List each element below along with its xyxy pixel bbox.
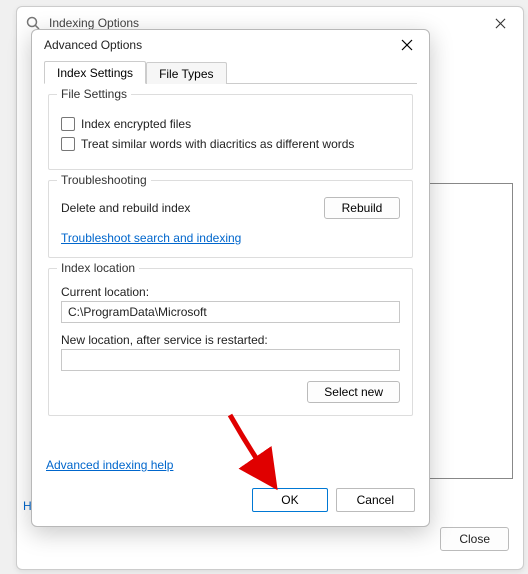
rebuild-row: Delete and rebuild index Rebuild [61,197,400,219]
tab-file-types[interactable]: File Types [146,62,226,84]
tab-strip: Index Settings File Types [44,60,417,84]
parent-title: Indexing Options [49,16,139,30]
dialog-body: Index Settings File Types File Settings … [44,60,417,476]
current-location-value: C:\ProgramData\Microsoft [61,301,400,323]
diacritics-checkbox[interactable] [61,137,75,151]
index-location-group: Index location Current location: C:\Prog… [48,268,413,416]
troubleshooting-group: Troubleshooting Delete and rebuild index… [48,180,413,258]
new-location-input[interactable] [61,349,400,371]
dialog-titlebar: Advanced Options [32,30,429,60]
parent-footer: Close [440,527,509,551]
index-encrypted-checkbox[interactable] [61,117,75,131]
ok-button[interactable]: OK [252,488,327,512]
advanced-help-link[interactable]: Advanced indexing help [46,458,173,472]
encrypted-row: Index encrypted files [61,117,400,131]
parent-close-footer-button[interactable]: Close [440,527,509,551]
parent-close-button[interactable] [477,7,523,39]
file-settings-group: File Settings Index encrypted files Trea… [48,94,413,170]
troubleshooting-legend: Troubleshooting [57,173,151,187]
delete-rebuild-label: Delete and rebuild index [61,201,190,215]
cancel-button[interactable]: Cancel [336,488,415,512]
index-location-legend: Index location [57,261,139,275]
diacritics-row: Treat similar words with diacritics as d… [61,137,400,151]
rebuild-button[interactable]: Rebuild [324,197,400,219]
dialog-close-button[interactable] [389,32,425,58]
index-encrypted-label: Index encrypted files [81,117,191,131]
troubleshoot-link[interactable]: Troubleshoot search and indexing [61,231,241,245]
diacritics-label: Treat similar words with diacritics as d… [81,137,354,151]
dialog-button-row: OK Cancel [252,488,415,512]
current-location-label: Current location: [61,285,400,299]
dialog-title: Advanced Options [44,38,142,52]
file-settings-legend: File Settings [57,87,131,101]
advanced-options-dialog: Advanced Options Index Settings File Typ… [31,29,430,527]
new-location-label: New location, after service is restarted… [61,333,400,347]
select-new-button[interactable]: Select new [307,381,400,403]
tab-index-settings[interactable]: Index Settings [44,61,146,84]
